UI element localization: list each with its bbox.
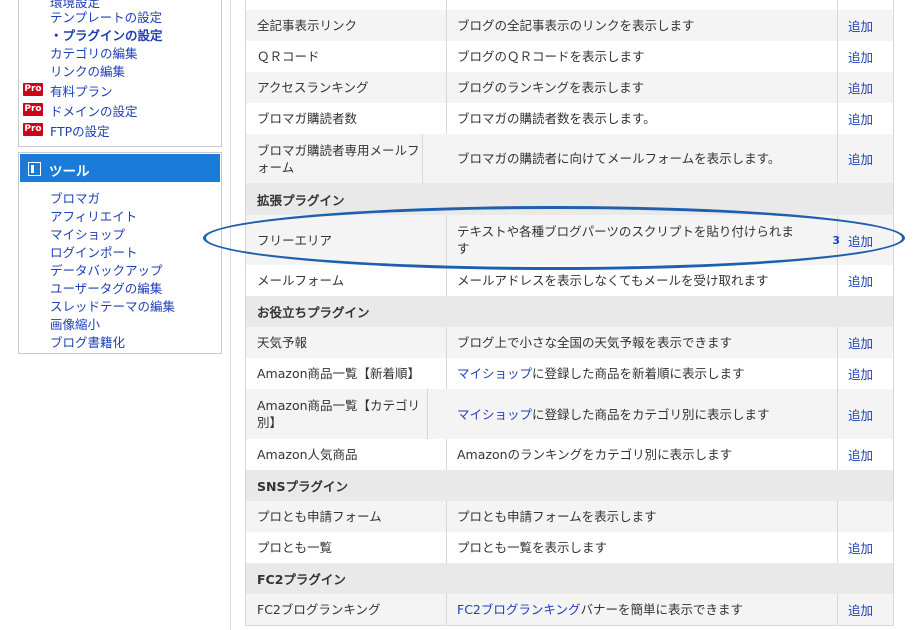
tools-title: ツール: [49, 164, 90, 180]
myshop-link[interactable]: マイショップ: [457, 407, 532, 422]
add-button[interactable]: 追加: [848, 47, 873, 66]
pro-badge-icon: Pro: [23, 123, 43, 136]
sidebar-item-links[interactable]: リンクの編集: [50, 61, 125, 80]
section-header: 拡張プラグイン: [245, 183, 894, 216]
plugin-desc: ブログのＱＲコードを表示します: [457, 49, 645, 64]
table-row: 全記事表示リンク ブログの全記事表示のリンクを表示します 追加: [245, 10, 894, 42]
add-button[interactable]: 追加: [848, 109, 873, 128]
plugin-name: メールフォーム: [257, 273, 345, 288]
plugin-name: ブロマガ購読者専用メールフォーム: [257, 142, 420, 175]
sidebar-item-thread-theme[interactable]: スレッドテーマの編集: [50, 296, 175, 315]
plugin-desc: バナーを簡単に表示できます: [580, 602, 744, 617]
plugin-name: プロとも一覧: [257, 540, 333, 555]
table-row: FC2ブログランキング FC2ブログランキングバナーを簡単に表示できます 追加: [245, 594, 894, 626]
table-row: Amazon商品一覧【カテゴリ別】 マイショップに登録した商品をカテゴリ別に表示…: [245, 389, 894, 440]
add-button[interactable]: 追加: [848, 538, 873, 557]
plugin-name: 全記事表示リンク: [257, 18, 358, 33]
add-button[interactable]: 追加: [848, 445, 873, 464]
add-button[interactable]: 追加: [848, 600, 873, 619]
table-row: ブロマガ購読者数 ブロマガの購読者数を表示します。 追加: [245, 103, 894, 135]
tools-menu: ツール ブロマガ アフィリエイト マイショップ ログインポート データバックアッ…: [18, 152, 222, 354]
sidebar-item-domain[interactable]: ドメインの設定: [50, 101, 138, 120]
plugin-name: Amazon商品一覧【カテゴリ別】: [257, 398, 421, 430]
sidebar-item-category[interactable]: カテゴリの編集: [50, 43, 138, 62]
table-row: プロとも申請フォーム プロとも申請フォームを表示します: [245, 501, 894, 533]
pro-badge-icon: Pro: [23, 103, 43, 116]
table-row: Amazon人気商品 Amazonのランキングをカテゴリ別に表示します 追加: [245, 439, 894, 471]
table-row: ＱＲコード ブログのＱＲコードを表示します 追加: [245, 41, 894, 73]
add-button[interactable]: 追加: [848, 16, 873, 35]
sidebar-item-template[interactable]: テンプレートの設定: [50, 7, 162, 26]
add-button[interactable]: 追加: [848, 333, 873, 352]
plugin-name: プロとも申請フォーム: [257, 509, 382, 524]
table-row: 天気予報 ブログ上で小さな全国の天気予報を表示できます 追加: [245, 327, 894, 359]
section-header: お役立ちプラグイン: [245, 296, 894, 328]
section-title: お役立ちプラグイン: [257, 305, 370, 320]
plugin-name: Amazon人気商品: [257, 447, 358, 462]
table-row: ブロマガ購読者専用メールフォーム ブロマガの購読者に向けてメールフォームを表示し…: [245, 134, 894, 184]
add-button[interactable]: 追加: [848, 231, 873, 250]
plugin-desc: ブログの全記事表示のリンクを表示します: [457, 18, 695, 33]
plugin-desc: プロとも申請フォームを表示します: [457, 509, 657, 524]
pro-badge-icon: Pro: [23, 83, 43, 96]
plugin-desc: に登録した商品を新着順に表示します: [532, 366, 745, 381]
table-row: Amazon商品一覧【新着順】 マイショップに登録した商品を新着順に表示します …: [245, 358, 894, 390]
plugin-name: 天気予報: [257, 335, 308, 350]
plugin-name: Amazon商品一覧【新着順】: [257, 366, 421, 381]
section-title: FC2プラグイン: [257, 572, 346, 587]
content-divider: [230, 0, 231, 630]
tools-icon: [28, 162, 41, 176]
sidebar: 環境設定 テンプレートの設定 ・プラグインの設定 カテゴリの編集 リンクの編集 …: [0, 0, 232, 630]
add-button[interactable]: 追加: [848, 271, 873, 290]
add-button[interactable]: 追加: [848, 405, 873, 424]
table-row: アクセスランキング ブログのランキングを表示します 追加: [245, 72, 894, 104]
plugin-name: ＱＲコード: [257, 49, 320, 64]
section-title: SNSプラグイン: [257, 479, 348, 494]
sidebar-item-log-import[interactable]: ログインポート: [50, 242, 138, 261]
plugin-desc: プロとも一覧を表示します: [457, 540, 608, 555]
tools-header: ツール: [20, 154, 220, 182]
plugin-desc: Amazonのランキングをカテゴリ別に表示します: [457, 447, 733, 462]
add-button[interactable]: 追加: [848, 364, 873, 383]
plugin-desc: ブロマガの購読者に向けてメールフォームを表示します。: [457, 151, 781, 166]
table-row: プロとも一覧 プロとも一覧を表示します 追加: [245, 532, 894, 564]
plugin-desc: ブログのランキングを表示します: [457, 80, 645, 95]
section-header: SNSプラグイン: [245, 470, 894, 502]
blog-settings-menu: 環境設定 テンプレートの設定 ・プラグインの設定 カテゴリの編集 リンクの編集 …: [18, 0, 222, 147]
plugin-desc: ブロマガの購読者数を表示します。: [457, 111, 656, 126]
sidebar-item-affiliate[interactable]: アフィリエイト: [50, 206, 137, 225]
plugin-name: ブロマガ購読者数: [257, 111, 358, 126]
sidebar-item-book[interactable]: ブログ書籍化: [50, 332, 125, 351]
fc2-ranking-link[interactable]: FC2ブログランキング: [457, 602, 581, 617]
add-button[interactable]: 追加: [848, 78, 873, 97]
myshop-link[interactable]: マイショップ: [457, 366, 532, 381]
section-header: FC2プラグイン: [245, 563, 894, 595]
plugin-name: フリーエリア: [257, 232, 333, 248]
sidebar-item-image-resize[interactable]: 画像縮小: [50, 314, 100, 333]
sidebar-item-ftp[interactable]: FTPの設定: [50, 121, 110, 140]
plugin-name: FC2ブログランキング: [257, 602, 381, 617]
plugin-desc: ブログ上で小さな全国の天気予報を表示できます: [457, 335, 733, 350]
sidebar-item-backup[interactable]: データバックアップ: [50, 260, 163, 279]
add-button[interactable]: 追加: [848, 149, 873, 168]
table-row: フリーエリア テキストや各種ブログパーツのスクリプトを貼り付けられます 3 追加: [245, 215, 894, 266]
sidebar-item-myshop[interactable]: マイショップ: [50, 224, 125, 243]
sidebar-item-user-tags[interactable]: ユーザータグの編集: [50, 278, 162, 297]
section-title: 拡張プラグイン: [257, 192, 345, 208]
plugin-desc: に登録した商品をカテゴリ別に表示します: [532, 406, 770, 422]
usage-count: 3: [832, 233, 840, 247]
sidebar-item-plugin[interactable]: ・プラグインの設定: [50, 25, 163, 44]
sidebar-item-blomaga[interactable]: ブロマガ: [50, 188, 100, 207]
plugin-desc: メールアドレスを表示しなくてもメールを受け取れます: [457, 273, 769, 288]
plugin-desc: テキストや各種ブログパーツのスクリプトを貼り付けられます: [457, 224, 794, 256]
sidebar-item-paid-plan[interactable]: 有料プラン: [50, 81, 113, 100]
table-row: メールフォーム メールアドレスを表示しなくてもメールを受け取れます 追加: [245, 265, 894, 297]
plugin-name: アクセスランキング: [257, 80, 369, 95]
